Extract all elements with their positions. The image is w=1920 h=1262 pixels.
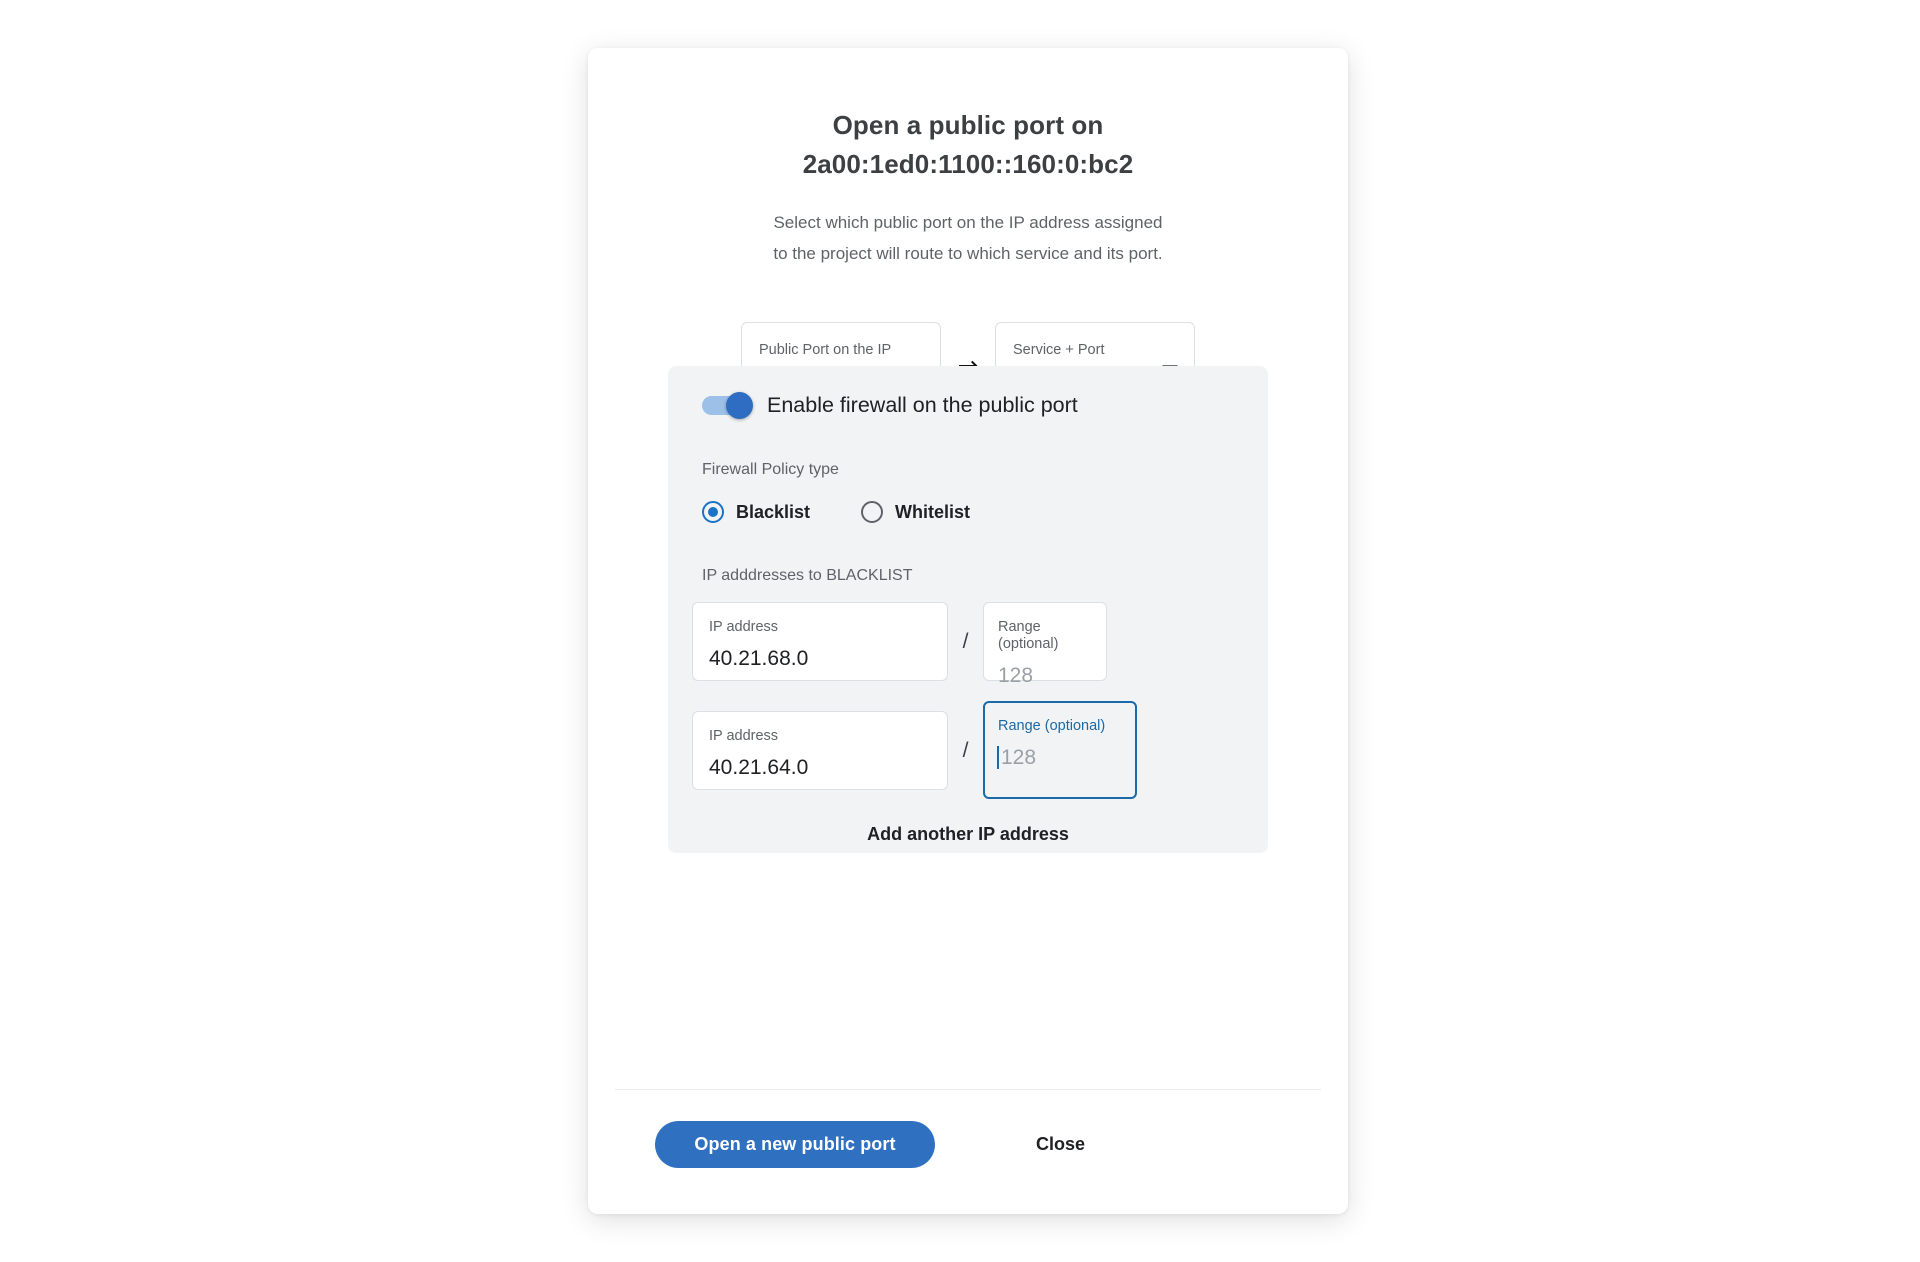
ip-address-value-1: 40.21.68.0 (709, 647, 809, 670)
dialog-header: Open a public port on 2a00:1ed0:1100::16… (588, 48, 1348, 269)
page-title-address: 2a00:1ed0:1100::160:0:bc2 (802, 149, 1134, 179)
firewall-panel: Enable firewall on the public port Firew… (668, 366, 1268, 853)
radio-option-blacklist[interactable]: Blacklist (702, 501, 810, 523)
range-placeholder-2: 128 (997, 745, 1122, 770)
footer-divider (615, 1089, 1321, 1090)
open-new-public-port-button[interactable]: Open a new public port (655, 1121, 935, 1168)
dialog-description-line-1: Select which public port on the IP addre… (773, 213, 1163, 232)
close-button[interactable]: Close (1022, 1124, 1099, 1165)
enable-firewall-toggle[interactable] (702, 392, 753, 419)
open-public-port-dialog: Open a public port on 2a00:1ed0:1100::16… (588, 48, 1348, 1214)
ip-address-field-1[interactable]: IP address 40.21.68.0 (692, 602, 948, 681)
radio-whitelist[interactable] (861, 501, 884, 523)
ip-entry-row-2: IP address 40.21.64.0 / Range (optional)… (692, 701, 1244, 799)
service-port-label: Service + Port (1013, 342, 1105, 358)
ip-entry-row-1: IP address 40.21.68.0 / Range (optional)… (692, 602, 1244, 687)
page-background: Open a public port on 2a00:1ed0:1100::16… (0, 0, 1920, 1262)
firewall-policy-type-label: Firewall Policy type (702, 461, 839, 478)
ip-address-field-2[interactable]: IP address 40.21.64.0 (692, 710, 948, 790)
ip-address-label-2: IP address (709, 727, 779, 744)
text-caret (997, 746, 999, 769)
radio-option-whitelist[interactable]: Whitelist (861, 501, 970, 523)
ip-list-label: IP adddresses to BLACKLIST (702, 567, 913, 584)
slash-separator-2: / (962, 738, 969, 762)
range-field-1[interactable]: Range (optional) 128 (983, 602, 1107, 687)
radio-blacklist[interactable] (702, 501, 724, 523)
range-field-2[interactable]: Range (optional) 128 (983, 701, 1137, 799)
enable-firewall-label: Enable firewall on the public port (767, 393, 1078, 417)
toggle-thumb (726, 392, 753, 419)
dialog-footer: Open a new public port Close (588, 1121, 1348, 1168)
dialog-description: Select which public port on the IP addre… (588, 207, 1348, 269)
radio-whitelist-label: Whitelist (895, 501, 971, 522)
range-label-1: Range (optional) (998, 619, 1059, 652)
range-placeholder-1: 128 (998, 664, 1034, 687)
ip-address-label-1: IP address (709, 619, 779, 635)
dialog-description-line-2: to the project will route to which servi… (773, 244, 1163, 263)
enable-firewall-toggle-row[interactable]: Enable firewall on the public port (692, 392, 1244, 419)
page-title: Open a public port on (832, 110, 1104, 140)
ip-address-value-2: 40.21.64.0 (709, 755, 809, 779)
firewall-policy-radio-group: Blacklist Whitelist (692, 501, 1244, 523)
radio-blacklist-label: Blacklist (736, 501, 811, 522)
range-placeholder-text-2: 128 (1001, 746, 1037, 769)
slash-separator-1: / (962, 630, 969, 653)
add-another-ip-button[interactable]: Add another IP address (692, 824, 1244, 845)
public-port-label: Public Port on the IP (759, 342, 892, 358)
range-label-2: Range (optional) (998, 718, 1106, 734)
